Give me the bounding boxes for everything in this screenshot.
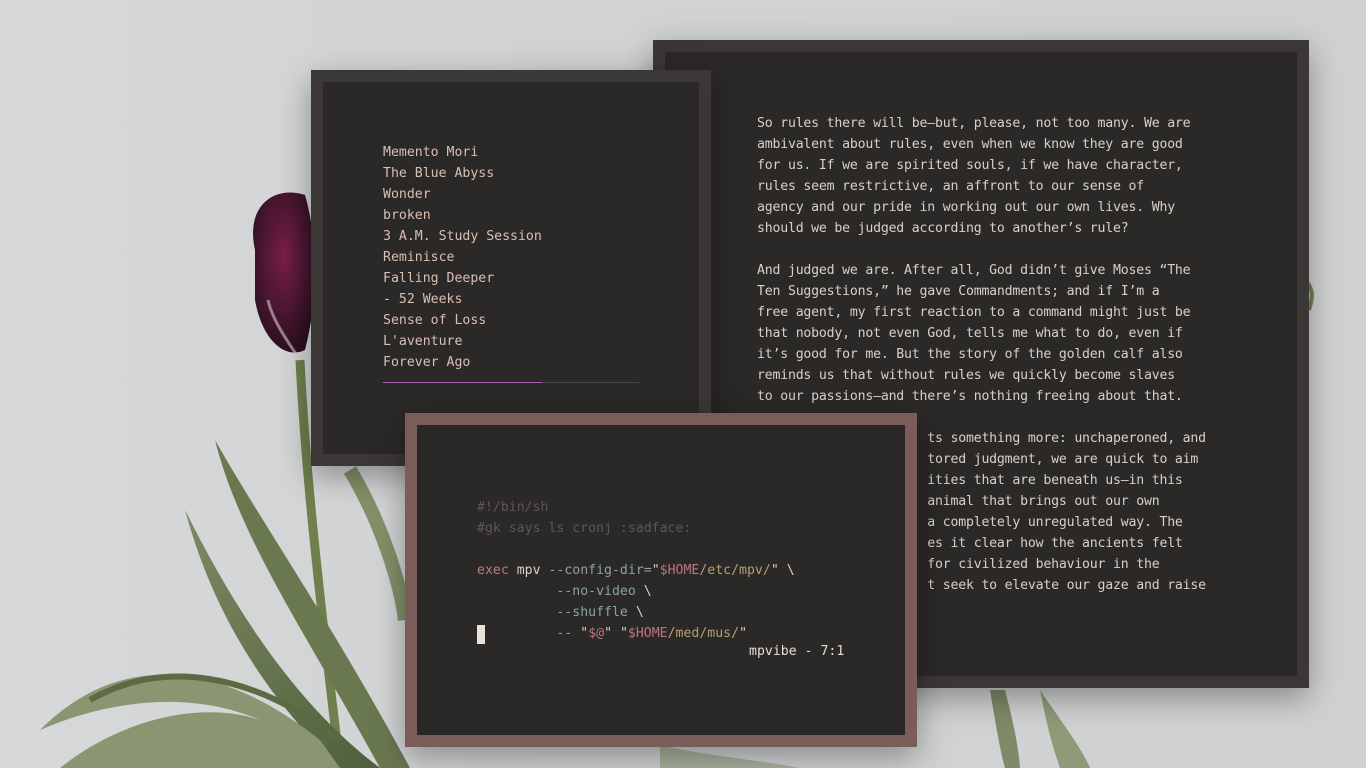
progress-fill: [383, 382, 542, 383]
track-item[interactable]: Forever Ago: [383, 352, 542, 373]
editor-window[interactable]: #!/bin/sh #gk says ls cronj :sadface: ex…: [405, 413, 917, 747]
code-line-args: -- "$@" "$HOME/med/mus/": [477, 623, 795, 644]
text-cursor: [477, 625, 485, 644]
home-variable: $HOME: [627, 626, 668, 641]
reader-paragraph-2: And judged we are. After all, God didn’t…: [757, 263, 1191, 404]
code-line-shuffle: --shuffle \: [477, 602, 795, 623]
track-item[interactable]: 3 A.M. Study Session: [383, 226, 542, 247]
quote: " ": [604, 626, 628, 641]
track-item[interactable]: Falling Deeper: [383, 268, 542, 289]
code-line-comment: #gk says ls cronj :sadface:: [477, 521, 692, 536]
track-list: Memento Mori The Blue Abyss Wonder broke…: [383, 142, 542, 373]
args-variable: $@: [588, 626, 605, 641]
quote: ": [580, 626, 589, 641]
track-item[interactable]: Wonder: [383, 184, 542, 205]
no-video-flag: --no-video: [556, 584, 636, 599]
status-line: mpvibe - 7:1: [749, 644, 845, 659]
track-item[interactable]: Sense of Loss: [383, 310, 542, 331]
config-flag: --config-dir=: [548, 563, 652, 578]
quote: ": [770, 563, 779, 578]
track-item[interactable]: The Blue Abyss: [383, 163, 542, 184]
quote: ": [739, 626, 748, 641]
track-item[interactable]: Reminisce: [383, 247, 542, 268]
editor-content[interactable]: #!/bin/sh #gk says ls cronj :sadface: ex…: [417, 425, 905, 735]
quote: ": [651, 563, 660, 578]
line-continuation: \: [778, 563, 795, 578]
track-item[interactable]: Memento Mori: [383, 142, 542, 163]
mpv-command: mpv: [508, 563, 549, 578]
music-path: /med/mus/: [667, 626, 740, 641]
code-line-exec: exec mpv --config-dir="$HOME/etc/mpv/" \: [477, 560, 795, 581]
track-item[interactable]: - 52 Weeks: [383, 289, 542, 310]
track-item[interactable]: L'aventure: [383, 331, 542, 352]
code-line-shebang: #!/bin/sh: [477, 500, 549, 515]
config-path: /etc/mpv/: [699, 563, 771, 578]
line-continuation: \: [627, 605, 644, 620]
code-line-novideo: --no-video \: [477, 581, 795, 602]
progress-bar[interactable]: [383, 382, 639, 383]
home-variable: $HOME: [659, 563, 700, 578]
line-continuation: \: [635, 584, 652, 599]
playlist-content: Memento Mori The Blue Abyss Wonder broke…: [323, 82, 699, 454]
track-item[interactable]: broken: [383, 205, 542, 226]
playlist-window[interactable]: Memento Mori The Blue Abyss Wonder broke…: [311, 70, 711, 466]
shuffle-flag: --shuffle: [556, 605, 628, 620]
reader-paragraph-1: So rules there will be—but, please, not …: [757, 116, 1191, 236]
exec-keyword: exec: [477, 563, 509, 578]
args-separator: --: [556, 626, 581, 641]
code-view[interactable]: #!/bin/sh #gk says ls cronj :sadface: ex…: [477, 497, 795, 644]
